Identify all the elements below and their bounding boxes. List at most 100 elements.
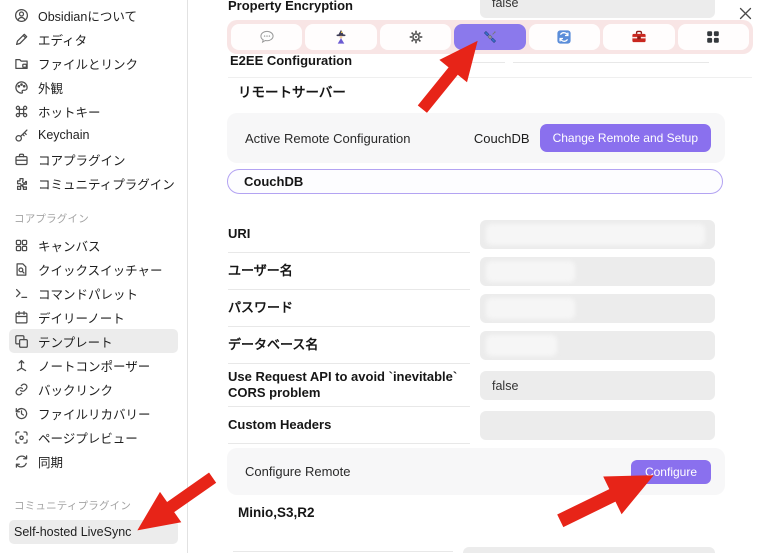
setting-input[interactable] [480, 294, 715, 323]
command-icon [14, 104, 29, 119]
folder-link-icon [14, 56, 29, 71]
sidebar-item-label: エディタ [38, 33, 88, 48]
setting-input[interactable]: false [480, 371, 715, 400]
sidebar-item-core-plugins[interactable]: コアプラグイン [9, 147, 178, 171]
scan-eye-icon [14, 430, 29, 445]
setting-label: ユーザー名 [228, 253, 470, 290]
knobs-icon [705, 29, 721, 45]
remote-config-tab[interactable] [454, 24, 526, 50]
customization-tab[interactable] [677, 24, 749, 50]
puzzle-icon [14, 176, 29, 191]
change-remote-and-setup-button[interactable]: Change Remote and Setup [539, 124, 711, 152]
setting-input[interactable] [480, 411, 715, 440]
sidebar-item-backlinks[interactable]: バックリンク [9, 377, 178, 401]
sidebar-item-label: コマンドパレット [38, 287, 139, 302]
setting-label: データベース名 [228, 327, 470, 364]
hatch-tab[interactable] [603, 24, 675, 50]
sidebar-item-label: ファイルとリンク [38, 57, 139, 72]
gear-icon [408, 29, 424, 45]
sidebar-item-label: バックリンク [38, 383, 114, 398]
sidebar-item-label: クイックスイッチャー [38, 263, 163, 278]
setting-label: パスワード [228, 290, 470, 327]
setting-row: ユーザー名 [228, 253, 715, 290]
refresh-icon [14, 454, 29, 469]
settings-sidebar: Obsidianについて エディタファイルとリンク 外観ホットキー Keychain コ… [0, 0, 188, 553]
sidebar-item-daily-notes[interactable]: デイリーノート [9, 305, 178, 329]
satellite-icon [482, 29, 498, 45]
sidebar-item-label: ノートコンポーザー [38, 359, 151, 374]
user-circle-icon [14, 8, 29, 23]
property-encryption-label: Property Encryption [228, 0, 353, 13]
sidebar-item-label: ファイルリカバリー [38, 407, 151, 422]
sidebar-item-templates[interactable]: テンプレート [9, 329, 178, 353]
key-icon [14, 128, 29, 143]
remote-type-select[interactable]: CouchDB [227, 169, 723, 194]
sidebar-item-quick-switcher[interactable]: クイックスイッチャー [9, 257, 178, 281]
info-tab[interactable] [231, 24, 303, 50]
sidebar-item-label: テンプレート [38, 335, 113, 350]
sidebar-section-header: コミュニティプラグイン [14, 500, 132, 512]
setting-label: Use Request API to avoid `inevitable` CO… [228, 364, 470, 407]
sidebar-item-label: ホットキー [38, 105, 101, 120]
setting-input[interactable] [480, 331, 715, 360]
property-encryption-input[interactable]: false [480, 0, 715, 18]
sidebar-item-note-composer[interactable]: ノートコンポーザー [9, 353, 178, 377]
sync-settings-tab[interactable] [528, 24, 601, 50]
livesync-settings-tabbar [227, 20, 753, 54]
copy-icon [14, 334, 29, 349]
setting-input[interactable] [480, 257, 715, 286]
sidebar-item-keychain[interactable]: Keychain [9, 123, 178, 147]
close-icon[interactable] [736, 4, 754, 22]
wizard-icon [333, 29, 349, 45]
minio-s3-r2-heading: Minio,S3,R2 [238, 505, 315, 520]
setup-wizard-tab[interactable] [305, 24, 377, 50]
setting-row: パスワード [228, 290, 715, 327]
sidebar-section-header: コアプラグイン [14, 213, 89, 225]
active-remote-row: Active Remote Configuration CouchDB Chan… [227, 113, 725, 163]
setting-input[interactable] [480, 220, 715, 249]
redacted-value [486, 224, 705, 245]
e2ee-configuration-label: E2EE Configuration [230, 53, 353, 68]
configure-remote-row: Configure Remote Configure [227, 448, 725, 495]
sidebar-item-label: 同期 [38, 455, 64, 470]
sidebar-item-editor[interactable]: エディタ [9, 27, 178, 51]
configure-remote-label: Configure Remote [245, 464, 351, 479]
sidebar-item-canvas[interactable]: キャンバス [9, 233, 178, 257]
sidebar-item-about-obsidian[interactable]: Obsidianについて [9, 3, 178, 27]
sidebar-item-community-plugins[interactable]: コミュニティプラグイン [9, 171, 178, 195]
setting-value: false [492, 378, 519, 393]
couchdb-settings-table: URI ユーザー名 パスワード データベース名 Use Request API to a… [228, 216, 715, 444]
sidebar-item-label: 外観 [38, 81, 64, 96]
sidebar-item-page-preview[interactable]: ページプレビュー [9, 425, 178, 449]
general-settings-tab[interactable] [379, 24, 452, 50]
setting-label: URI [228, 216, 470, 253]
pencil-icon [14, 32, 29, 47]
configure-button[interactable]: Configure [630, 459, 711, 484]
toolbox-icon [631, 29, 647, 45]
palette-icon [14, 80, 29, 95]
sidebar-item-label: ページプレビュー [38, 431, 138, 446]
hidden-row-border [455, 62, 505, 63]
sidebar-item-files-and-links[interactable]: ファイルとリンク [9, 51, 178, 75]
sidebar-item-command-palette[interactable]: コマンドパレット [9, 281, 178, 305]
sidebar-item-label: コアプラグイン [38, 153, 126, 168]
redacted-value [486, 298, 576, 319]
sidebar-item-file-recovery[interactable]: ファイルリカバリー [9, 401, 178, 425]
setting-row: データベース名 [228, 327, 715, 364]
sync-badge-icon [556, 29, 572, 45]
sidebar-item-appearance[interactable]: 外観 [9, 75, 178, 99]
sidebar-item-label: Obsidianについて [38, 9, 137, 24]
partial-input[interactable] [463, 547, 715, 553]
setting-row: Use Request API to avoid `inevitable` CO… [228, 364, 715, 407]
sidebar-item-label: コミュニティプラグイン [38, 177, 175, 192]
sidebar-item-self-hosted-livesync[interactable]: Self-hosted LiveSync [9, 520, 178, 544]
setting-row: URI [228, 216, 715, 253]
sidebar-item-label: デイリーノート [38, 311, 125, 326]
hidden-row-border [513, 62, 709, 63]
row-divider [233, 551, 453, 552]
sidebar-item-hotkeys[interactable]: ホットキー [9, 99, 178, 123]
merge-icon [14, 358, 29, 373]
sidebar-item-label: Keychain [38, 128, 90, 142]
sidebar-item-label: Self-hosted LiveSync [14, 525, 132, 539]
sidebar-item-sync[interactable]: 同期 [9, 449, 178, 473]
